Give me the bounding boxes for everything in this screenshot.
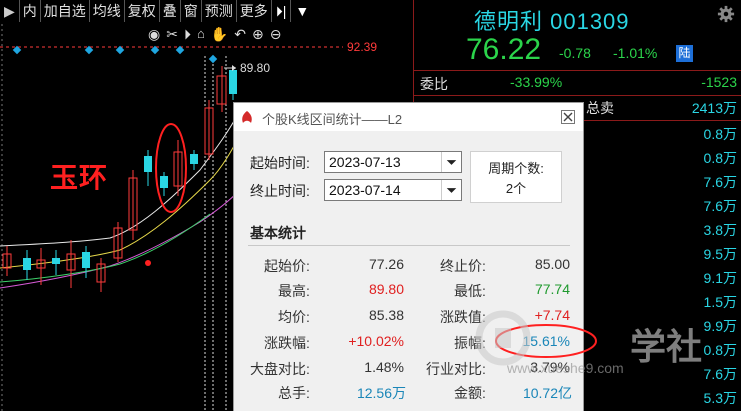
list-item: 5.3万: [703, 390, 737, 406]
change-pct-label: 涨跌幅:: [264, 335, 310, 351]
end-price-label: 终止价:: [440, 258, 486, 274]
watermark-url: www.xueshe9.com: [507, 360, 624, 376]
end-time-value: 2023-07-14: [329, 182, 401, 198]
total-sell-label: 总卖: [586, 100, 614, 116]
list-item: 7.6万: [703, 366, 737, 382]
period-count-value: 2个: [505, 181, 527, 196]
peak-price-label: 89.80: [240, 61, 271, 75]
chevron-down-icon: [441, 152, 457, 172]
list-item: 7.6万: [703, 174, 737, 190]
end-price-value: 85.00: [534, 256, 570, 272]
volume-value: 12.56万: [356, 385, 406, 401]
list-item: 1.5万: [703, 294, 737, 310]
divider: [414, 95, 741, 96]
price-change: -0.78: [559, 45, 591, 61]
chart-toolbar: ▶ 内 加自选 均线 复权 叠 窗 预测 更多 ⏵| ▼: [0, 0, 314, 22]
start-time-select[interactable]: 2023-07-13: [324, 151, 462, 173]
price-high-label: 92.39: [347, 40, 378, 54]
list-item: 3.8万: [703, 222, 737, 238]
app-logo-icon: [242, 111, 252, 123]
toolbar-item-window[interactable]: 窗: [181, 0, 202, 22]
volume-label: 总手:: [278, 385, 310, 401]
weibi-num: -1523: [701, 74, 737, 90]
section-divider: [248, 245, 570, 246]
start-time-value: 2023-07-13: [329, 154, 401, 170]
toolbar-item-ma[interactable]: 均线: [90, 0, 125, 22]
end-time-select[interactable]: 2023-07-14: [324, 179, 462, 201]
stock-name-code: 德明利 001309: [474, 9, 630, 34]
undo-icon[interactable]: ↶: [234, 26, 246, 43]
section-title: 基本统计: [250, 225, 306, 241]
list-item: 7.6万: [703, 198, 737, 214]
weibi-pct: -33.99%: [510, 74, 563, 90]
price-change-pct: -1.01%: [613, 45, 658, 61]
chevron-down-icon: [441, 180, 457, 200]
high-label: 最高:: [278, 283, 310, 299]
list-item: 9.1万: [703, 270, 737, 286]
hand-icon[interactable]: ✋: [211, 26, 228, 43]
weibi-label: 委比: [420, 76, 448, 92]
candles: [2, 66, 237, 292]
toolbar-item-more[interactable]: 更多: [237, 0, 272, 22]
total-sell-value: 2413万: [691, 100, 737, 116]
scissors-icon[interactable]: ✂: [166, 26, 178, 43]
high-value: 89.80: [368, 281, 404, 297]
market-ratio-label: 大盘对比:: [250, 361, 310, 377]
play-icon[interactable]: ⏵: [184, 26, 191, 43]
stock-app: ▶ 内 加自选 均线 复权 叠 窗 预测 更多 ⏵| ▼ ◉ ✂ ⏵ ⌂ ✋ ↶…: [0, 0, 741, 411]
drawing-tools: ◉ ✂ ⏵ ⌂ ✋ ↶ ⊕ ⊖: [148, 26, 281, 43]
amount-value: 10.72亿: [522, 385, 572, 401]
list-item: 0.8万: [703, 342, 737, 358]
change-pct-value: +10.02%: [348, 333, 404, 349]
zoom-out-icon[interactable]: ⊖: [270, 26, 282, 43]
current-price: 76.22: [466, 33, 542, 66]
start-price-value: 77.26: [368, 256, 404, 272]
watermark-brand: 学社: [630, 326, 703, 367]
end-time-label: 终止时间:: [250, 183, 310, 199]
watermark-logo: [475, 310, 531, 366]
collapse-icon[interactable]: ▶: [0, 0, 20, 22]
list-item: 9.5万: [703, 246, 737, 262]
market-ratio-value: 1.48%: [364, 359, 404, 375]
list-item: 0.8万: [703, 150, 737, 166]
dialog-titlebar[interactable]: 个股K线区间统计——L2: [234, 103, 583, 131]
period-count-label: 周期个数:: [488, 161, 544, 176]
zoom-in-icon[interactable]: ⊕: [252, 26, 264, 43]
start-time-label: 起始时间:: [250, 155, 310, 171]
toolbar-item-adjust[interactable]: 复权: [125, 0, 160, 22]
avg-value: 85.38: [368, 307, 404, 323]
connect-badge: 陆: [676, 45, 693, 62]
toolbar-item-forecast[interactable]: 预测: [202, 0, 237, 22]
dialog-title: 个股K线区间统计——L2: [262, 112, 403, 127]
marker-diamonds: [12, 45, 218, 64]
toolbar-item-overlay[interactable]: 叠: [160, 0, 181, 22]
jump-end-icon[interactable]: ⏵|: [272, 0, 292, 22]
ma-line-white: [0, 109, 241, 247]
low-value: 77.74: [534, 281, 570, 297]
ma-line-yellow: [0, 134, 241, 269]
divider: [414, 70, 741, 71]
dropdown-arrow-icon[interactable]: ▼: [291, 0, 313, 22]
toolbar-item-inner[interactable]: 内: [20, 0, 41, 22]
signal-dot: [145, 260, 151, 266]
list-item: 0.8万: [703, 126, 737, 142]
low-label: 最低:: [454, 283, 486, 299]
gear-icon[interactable]: [717, 5, 735, 23]
lock-icon[interactable]: ⌂: [197, 26, 205, 43]
start-price-label: 起始价:: [264, 258, 310, 274]
list-item: 9.9万: [703, 318, 737, 334]
amount-label: 金额:: [454, 385, 486, 401]
close-icon: [563, 112, 573, 122]
close-button[interactable]: [561, 110, 575, 124]
period-count-box: 周期个数: 2个: [470, 151, 562, 203]
ma-line-purple: [0, 189, 241, 289]
avg-label: 均价:: [278, 309, 310, 325]
eye-icon[interactable]: ◉: [148, 26, 160, 43]
toolbar-item-add-watchlist[interactable]: 加自选: [41, 0, 90, 22]
annotation-text: 玉环: [50, 162, 109, 193]
